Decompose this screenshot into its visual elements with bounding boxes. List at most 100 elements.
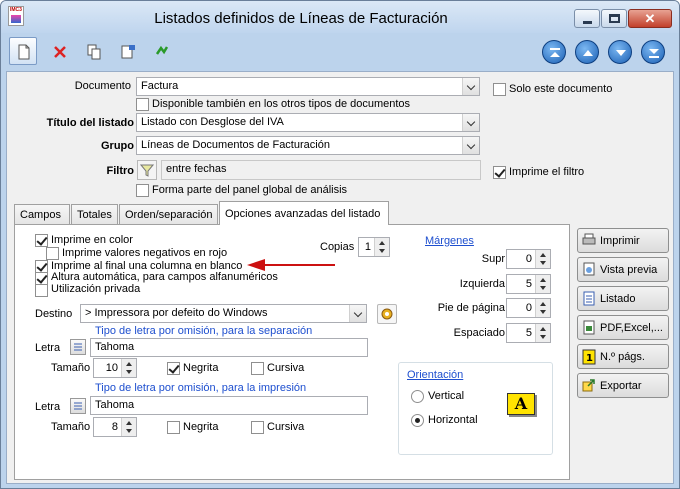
new-button[interactable] bbox=[9, 37, 37, 65]
advanced-options-panel: Imprime en color Imprime valores negativ… bbox=[14, 224, 570, 480]
page-preview-letter: A bbox=[507, 393, 535, 415]
funnel-icon bbox=[140, 164, 154, 177]
num-paginas-label: N.º págs. bbox=[600, 351, 645, 363]
disponible-checkbox[interactable] bbox=[136, 98, 149, 111]
tab-opciones-avanzadas[interactable]: Opciones avanzadas del listado bbox=[219, 201, 389, 225]
svg-text:1: 1 bbox=[586, 353, 593, 364]
filter-button[interactable] bbox=[137, 160, 157, 180]
panel-global-checkbox[interactable] bbox=[136, 184, 149, 197]
close-icon: ✕ bbox=[644, 11, 656, 26]
font-imp-negrita-checkbox[interactable] bbox=[167, 421, 180, 434]
stepper-arrows-icon[interactable] bbox=[535, 324, 550, 342]
copias-label: Copias bbox=[320, 241, 355, 253]
properties-icon bbox=[121, 45, 135, 59]
chevron-down-icon[interactable] bbox=[462, 137, 479, 154]
app-window: IMC3 Listados definidos de Líneas de Fac… bbox=[0, 0, 680, 489]
margen-pie-stepper[interactable]: 0 bbox=[506, 298, 551, 318]
imprime-filtro-checkbox[interactable] bbox=[493, 166, 506, 179]
exportar-button[interactable]: Exportar bbox=[577, 373, 669, 398]
minimize-icon bbox=[583, 21, 592, 24]
negativos-rojo-label: Imprime valores negativos en rojo bbox=[62, 247, 228, 259]
copy-button[interactable] bbox=[79, 37, 107, 65]
espaciado-label: Espaciado bbox=[453, 327, 505, 339]
margen-superior-stepper[interactable]: 0 bbox=[506, 249, 551, 269]
imprime-color-checkbox[interactable] bbox=[35, 234, 48, 247]
printer-settings-icon bbox=[381, 308, 393, 320]
grupo-combo[interactable]: Líneas de Documentos de Facturación bbox=[136, 136, 480, 155]
chevron-down-icon[interactable] bbox=[462, 114, 479, 131]
stepper-arrows-icon[interactable] bbox=[121, 359, 136, 377]
page-count-icon: 1 bbox=[582, 349, 596, 365]
font-picker-button[interactable] bbox=[70, 339, 86, 355]
close-button[interactable]: ✕ bbox=[628, 9, 672, 28]
chevron-down-icon[interactable] bbox=[349, 305, 366, 322]
negativos-rojo-checkbox[interactable] bbox=[46, 247, 59, 260]
imprimir-label: Imprimir bbox=[600, 235, 640, 247]
listado-button[interactable]: Listado bbox=[577, 286, 669, 311]
vista-previa-button[interactable]: Vista previa bbox=[577, 257, 669, 282]
stepper-arrows-icon[interactable] bbox=[374, 238, 389, 256]
maximize-button[interactable] bbox=[601, 9, 627, 28]
red-arrow-icon bbox=[247, 259, 335, 271]
font-imp-tamano-stepper[interactable]: 8 bbox=[93, 417, 137, 437]
font-sep-cursiva-checkbox[interactable] bbox=[251, 362, 264, 375]
last-record-button[interactable] bbox=[641, 40, 665, 64]
font-imp-tamano-label: Tamaño bbox=[51, 421, 91, 433]
font-list-icon bbox=[74, 343, 82, 351]
num-paginas-button[interactable]: 1 N.º págs. bbox=[577, 344, 669, 369]
stepper-arrows-icon[interactable] bbox=[535, 275, 550, 293]
delete-button[interactable] bbox=[45, 37, 73, 65]
margen-izquierda-stepper[interactable]: 5 bbox=[506, 274, 551, 294]
font-imp-letra-field[interactable]: Tahoma bbox=[90, 396, 368, 415]
new-document-icon bbox=[18, 44, 30, 60]
solo-este-checkbox[interactable] bbox=[493, 83, 506, 96]
disponible-label: Disponible también en los otros tipos de… bbox=[152, 98, 411, 110]
previous-record-button[interactable] bbox=[575, 40, 599, 64]
title-bar[interactable]: IMC3 Listados definidos de Líneas de Fac… bbox=[1, 1, 679, 33]
first-record-icon bbox=[550, 48, 560, 57]
font-sep-letra-label: Letra bbox=[35, 342, 61, 354]
tab-totales[interactable]: Totales bbox=[71, 204, 118, 225]
panel-global-label: Forma parte del panel global de análisis bbox=[152, 184, 348, 196]
imprimir-button[interactable]: Imprimir bbox=[577, 228, 669, 253]
chevron-down-icon[interactable] bbox=[462, 78, 479, 95]
stepper-arrows-icon[interactable] bbox=[535, 250, 550, 268]
margen-superior-label: Supr bbox=[481, 253, 505, 265]
font-sep-negrita-label: Negrita bbox=[183, 362, 219, 374]
vista-previa-label: Vista previa bbox=[600, 264, 658, 276]
font-imp-cursiva-checkbox[interactable] bbox=[251, 421, 264, 434]
font-imp-cursiva-label: Cursiva bbox=[267, 421, 305, 433]
font-imp-negrita-label: Negrita bbox=[183, 421, 219, 433]
margen-izquierda-value: 5 bbox=[525, 278, 532, 290]
orientation-horizontal-radio[interactable] bbox=[411, 414, 424, 427]
espaciado-stepper[interactable]: 5 bbox=[506, 323, 551, 343]
font-sep-negrita-checkbox[interactable] bbox=[167, 362, 180, 375]
stepper-arrows-icon[interactable] bbox=[535, 299, 550, 317]
titulo-combo[interactable]: Listado con Desglose del IVA bbox=[136, 113, 480, 132]
stepper-arrows-icon[interactable] bbox=[121, 418, 136, 436]
font-picker-button[interactable] bbox=[70, 398, 86, 414]
properties-button[interactable] bbox=[113, 37, 141, 65]
first-record-button[interactable] bbox=[542, 40, 566, 64]
copias-value: 1 bbox=[364, 241, 371, 253]
privada-label: Utilización privada bbox=[51, 283, 141, 295]
privada-checkbox[interactable] bbox=[35, 284, 48, 297]
altura-auto-label: Altura automática, para campos alfanumér… bbox=[51, 271, 278, 283]
tab-campos[interactable]: Campos bbox=[14, 204, 70, 225]
tab-orden[interactable]: Orden/separación bbox=[119, 204, 218, 225]
grupo-value: Líneas de Documentos de Facturación bbox=[141, 139, 330, 151]
export-arrow-icon bbox=[582, 379, 595, 392]
minimize-button[interactable] bbox=[574, 9, 600, 28]
documento-combo[interactable]: Factura bbox=[136, 77, 480, 96]
next-record-button[interactable] bbox=[608, 40, 632, 64]
orientation-vertical-radio[interactable] bbox=[411, 390, 424, 403]
copias-stepper[interactable]: 1 bbox=[358, 237, 390, 257]
next-record-icon bbox=[616, 50, 626, 56]
destino-combo[interactable]: > Impressora por defeito do Windows bbox=[80, 304, 367, 323]
font-sep-tamano-stepper[interactable]: 10 bbox=[93, 358, 137, 378]
font-sep-letra-field[interactable]: Tahoma bbox=[90, 338, 368, 357]
pdf-excel-button[interactable]: PDF,Excel,... bbox=[577, 315, 669, 340]
refresh-button[interactable] bbox=[147, 37, 175, 65]
margen-superior-value: 0 bbox=[525, 253, 532, 265]
printer-setup-button[interactable] bbox=[377, 304, 397, 324]
